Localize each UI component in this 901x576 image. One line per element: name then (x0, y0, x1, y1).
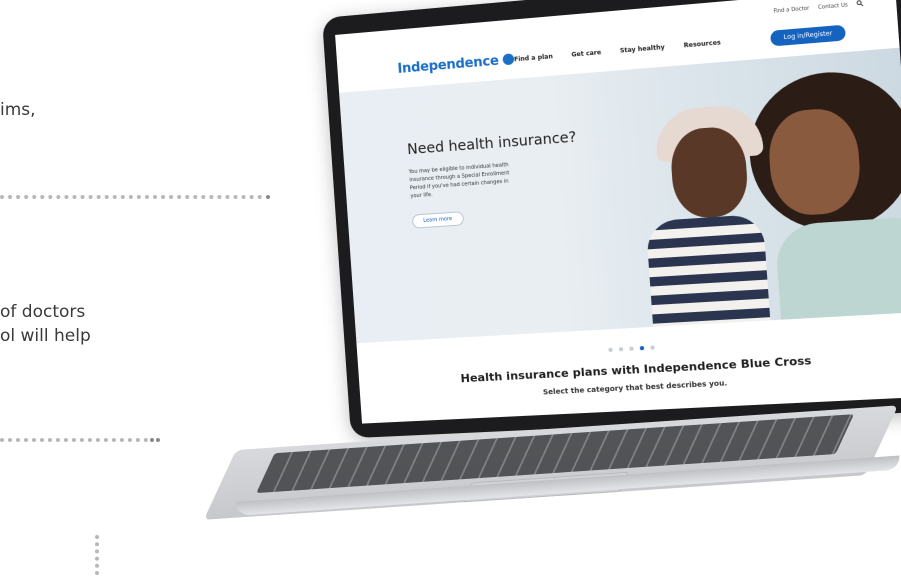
carousel-dot[interactable] (608, 347, 613, 353)
laptop-mockup: Find a Doctor Contact Us Independence Fi… (0, 0, 901, 576)
utility-link-contact[interactable]: Contact Us (818, 2, 848, 11)
main-nav: Find a plan Get care Stay healthy Resour… (514, 39, 721, 63)
learn-more-button[interactable]: Learn more (411, 211, 464, 229)
hero-body: You may be eligible to individual health… (408, 162, 510, 200)
hero-title: Need health insurance? (406, 129, 577, 159)
hero-banner: Need health insurance? You may be eligib… (339, 47, 901, 344)
logo-wordmark: Independence (397, 53, 500, 78)
utility-link-find-doctor[interactable]: Find a Doctor (773, 5, 809, 14)
laptop-screen-assembly: Find a Doctor Contact Us Independence Fi… (322, 0, 901, 439)
nav-link-stay-healthy[interactable]: Stay healthy (620, 44, 665, 55)
brand-logo[interactable]: Independence (397, 52, 515, 78)
photo-mother-shirt (774, 216, 901, 331)
carousel-dot[interactable] (629, 346, 634, 351)
search-icon[interactable] (856, 0, 863, 9)
utility-nav: Find a Doctor Contact Us (773, 0, 863, 16)
login-register-button[interactable]: Log in/Register (770, 24, 847, 47)
laptop-display: Find a Doctor Contact Us Independence Fi… (335, 0, 901, 424)
nav-link-find-plan[interactable]: Find a plan (514, 53, 553, 63)
photo-child-shirt (645, 213, 771, 336)
carousel-dot-active[interactable] (639, 345, 645, 351)
logo-cross-icon (502, 53, 515, 66)
carousel-dot[interactable] (650, 345, 655, 350)
nav-link-resources[interactable]: Resources (684, 39, 722, 49)
carousel-dot[interactable] (618, 347, 624, 352)
nav-link-get-care[interactable]: Get care (571, 49, 601, 59)
